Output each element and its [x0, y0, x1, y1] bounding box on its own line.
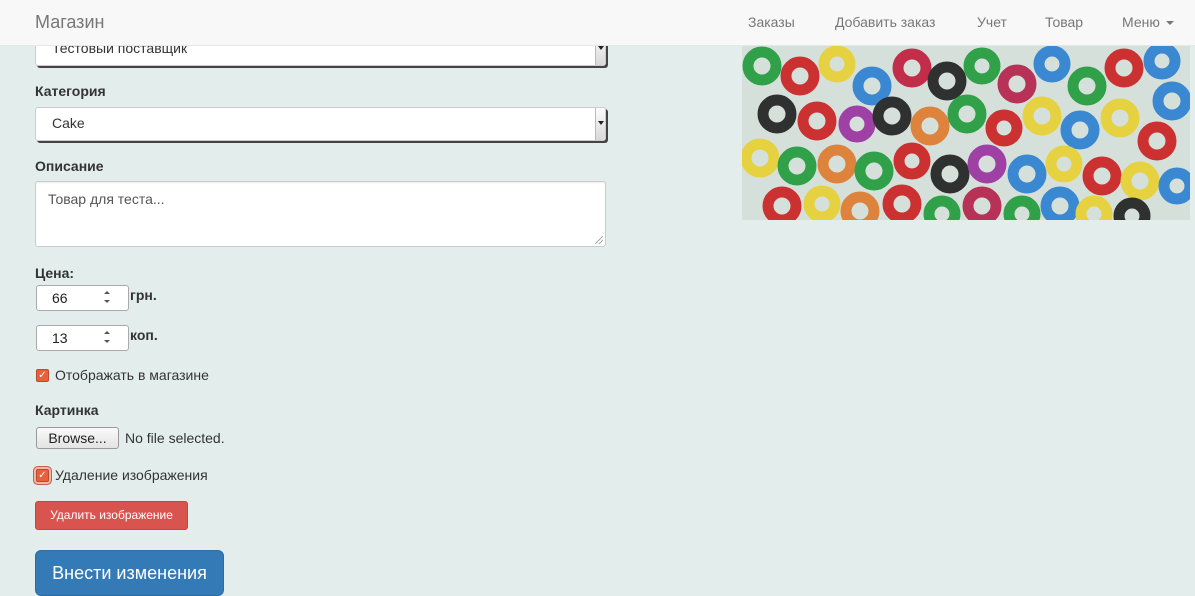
- brand-logo[interactable]: Магазин: [35, 12, 104, 33]
- spinner-arrows-icon[interactable]: [104, 330, 112, 346]
- price-kop-value: 13: [52, 330, 68, 346]
- category-select[interactable]: Cake: [35, 107, 606, 141]
- price-uah-value: 66: [52, 290, 68, 306]
- delete-image-checkbox[interactable]: ✓: [36, 469, 49, 482]
- chevron-down-icon: [595, 108, 605, 140]
- navbar: Магазин Заказы Добавить заказ Учет Товар…: [0, 0, 1195, 46]
- price-label: Цена:: [35, 265, 75, 281]
- delete-image-button[interactable]: Удалить изображение: [35, 501, 188, 530]
- price-uah-input[interactable]: 66: [36, 285, 129, 311]
- description-text: Товар для теста...: [48, 191, 165, 207]
- category-select-value: Cake: [52, 115, 85, 131]
- price-kop-input[interactable]: 13: [36, 325, 129, 351]
- product-image-rings: [742, 46, 1190, 220]
- image-label: Картинка: [35, 402, 99, 418]
- nav-link-orders[interactable]: Заказы: [748, 14, 795, 30]
- browse-file-button[interactable]: Browse...: [36, 427, 119, 449]
- show-in-store-label[interactable]: Отображать в магазине: [55, 367, 209, 383]
- show-in-store-checkbox[interactable]: ✓: [36, 369, 49, 382]
- category-label: Категория: [35, 83, 106, 99]
- price-uah-unit: грн.: [130, 287, 157, 303]
- file-status-text: No file selected.: [125, 430, 225, 446]
- spinner-arrows-icon[interactable]: [104, 290, 112, 306]
- description-textarea[interactable]: Товар для теста...: [35, 181, 606, 247]
- delete-image-label[interactable]: Удаление изображения: [55, 467, 208, 483]
- nav-menu-label: Меню: [1122, 14, 1160, 30]
- price-kop-unit: коп.: [130, 327, 158, 343]
- description-label: Описание: [35, 158, 104, 174]
- checkmark-icon: ✓: [38, 470, 47, 481]
- chevron-down-icon: [1165, 21, 1174, 26]
- nav-menu-dropdown[interactable]: Меню: [1122, 14, 1174, 30]
- resize-grip-icon[interactable]: [595, 236, 603, 244]
- nav-link-accounting[interactable]: Учет: [977, 14, 1007, 30]
- nav-link-add-order[interactable]: Добавить заказ: [835, 14, 935, 30]
- checkmark-icon: ✓: [38, 370, 47, 381]
- product-image: [742, 46, 1190, 220]
- submit-changes-button[interactable]: Внести изменения: [35, 550, 224, 596]
- nav-link-product[interactable]: Товар: [1045, 14, 1083, 30]
